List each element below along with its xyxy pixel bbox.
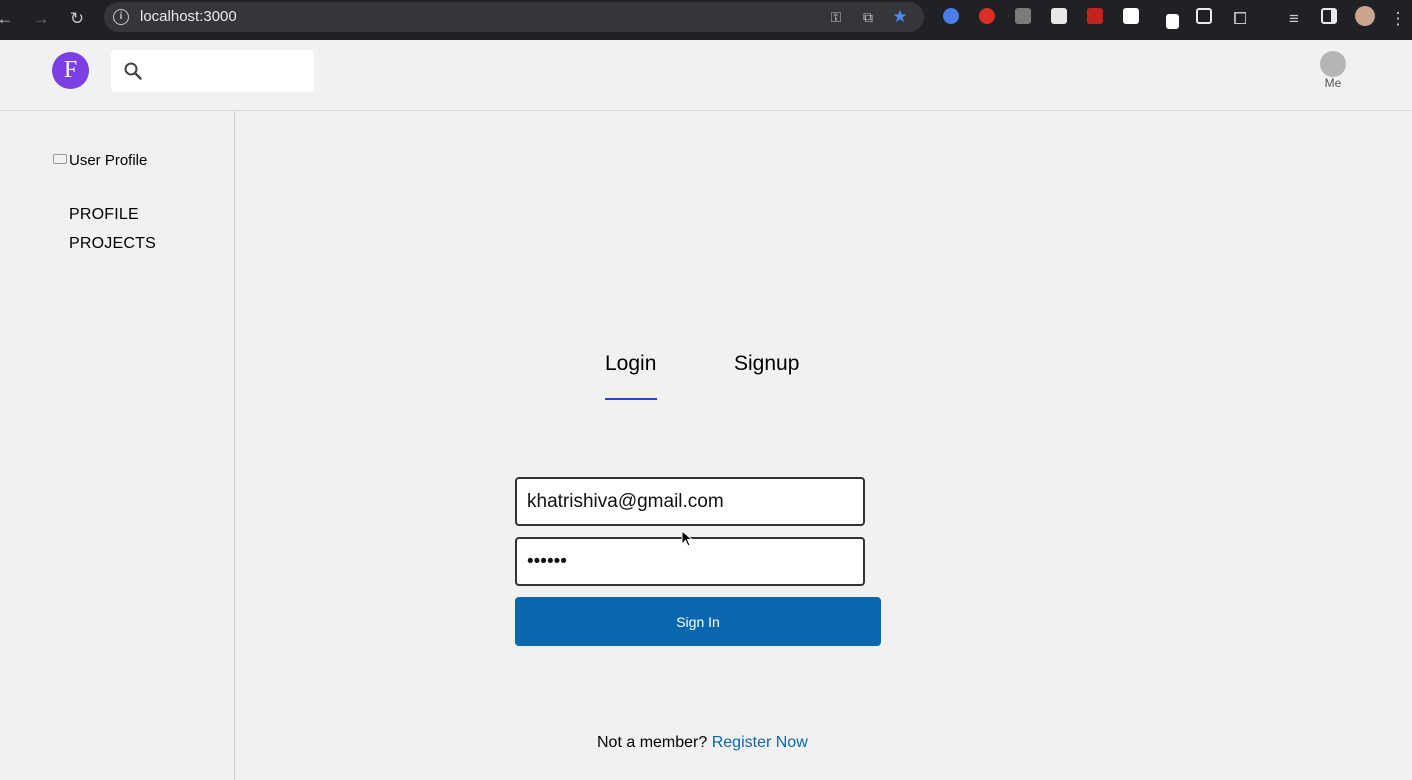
app-header: F Me (0, 40, 1412, 111)
extension-icon[interactable] (1123, 8, 1139, 24)
user-profile-image: User Profile (53, 152, 147, 169)
image-alt-text: User Profile (69, 152, 148, 169)
active-tab-indicator (605, 398, 657, 400)
media-control-icon[interactable]: ≡ (1283, 8, 1305, 30)
avatar[interactable] (1355, 6, 1375, 26)
extension-icon[interactable] (1087, 8, 1103, 24)
sidebar: User Profile PROFILE PROJECTS (0, 111, 235, 780)
url-text[interactable]: localhost:3000 (140, 8, 237, 25)
extension-icon[interactable] (1051, 8, 1067, 24)
extension-icon[interactable] (979, 8, 995, 24)
me-label[interactable]: Me (1318, 76, 1348, 90)
sign-in-button[interactable]: Sign In (515, 597, 881, 646)
broken-image-icon (53, 154, 67, 164)
info-icon[interactable]: i (113, 9, 129, 25)
install-app-icon[interactable]: ⧉ (859, 8, 877, 26)
bookmark-star-icon[interactable]: ★ (891, 8, 909, 26)
tab-login[interactable]: Login (605, 352, 656, 376)
sidebar-item-projects[interactable]: PROJECTS (69, 235, 156, 253)
tab-signup[interactable]: Signup (734, 352, 799, 376)
browser-toolbar: ← → ↻ i localhost:3000 ⚿ ⧉ ★ ⧠ ≡ ⋮ (0, 0, 1412, 40)
puzzle-icon[interactable]: ⧠ (1229, 8, 1251, 30)
logo-letter: F (63, 57, 78, 83)
email-input[interactable] (517, 479, 863, 524)
extension-icon[interactable] (1166, 14, 1179, 29)
extension-icon[interactable] (1015, 8, 1031, 24)
kebab-menu-icon[interactable]: ⋮ (1387, 8, 1409, 30)
logo[interactable]: F (52, 52, 89, 89)
search-icon (124, 62, 142, 80)
register-now-link[interactable]: Register Now (712, 734, 808, 751)
extension-icon[interactable] (1196, 8, 1212, 24)
side-panel-icon[interactable] (1321, 8, 1337, 24)
back-icon[interactable]: ← (0, 8, 16, 30)
search-input[interactable] (155, 56, 305, 86)
address-bar[interactable]: i localhost:3000 ⚿ ⧉ ★ (104, 2, 924, 32)
register-prompt: Not a member? Register Now (597, 734, 808, 752)
sidebar-item-profile[interactable]: PROFILE (69, 206, 139, 224)
extension-icon[interactable] (943, 8, 959, 24)
forward-icon[interactable]: → (30, 8, 52, 30)
search-box[interactable] (111, 50, 314, 92)
email-field[interactable] (515, 477, 865, 526)
key-icon[interactable]: ⚿ (827, 8, 845, 26)
mouse-cursor-icon (681, 530, 693, 547)
reload-icon[interactable]: ↻ (66, 8, 88, 30)
not-member-text: Not a member? (597, 734, 708, 751)
me-avatar[interactable] (1320, 51, 1346, 77)
